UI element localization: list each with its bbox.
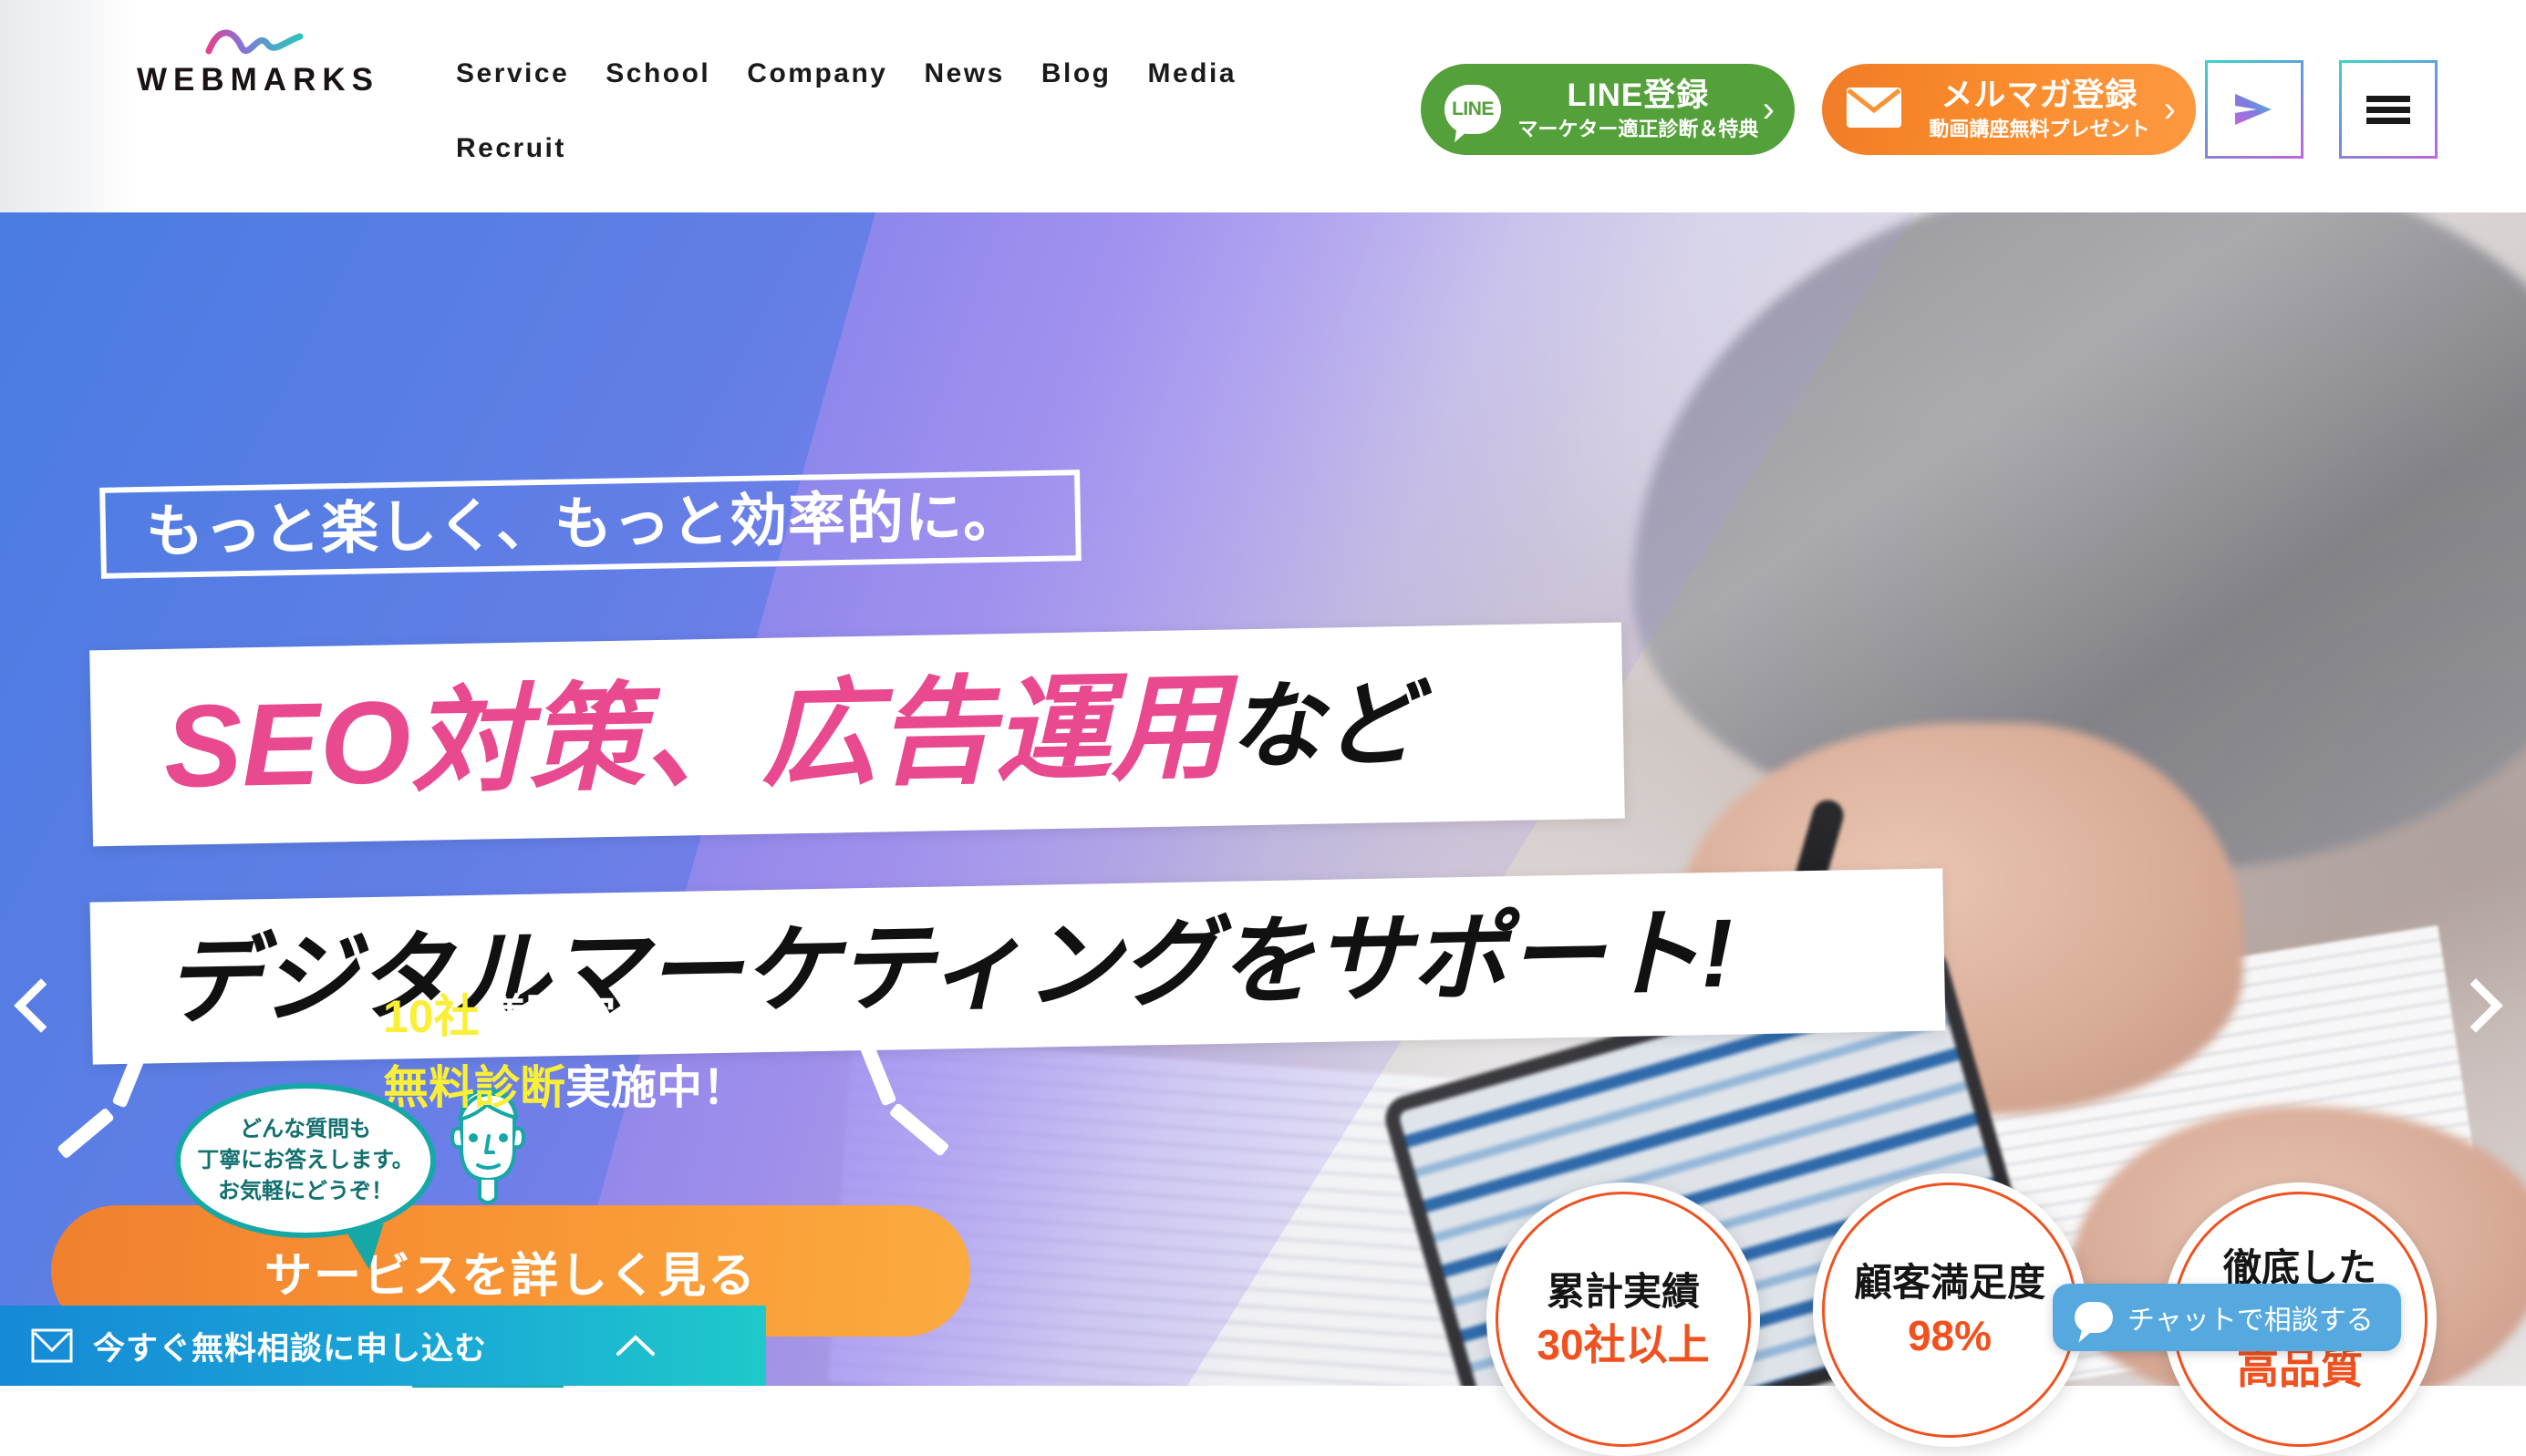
nav-item-recruit[interactable]: Recruit xyxy=(456,131,566,166)
nav-row-primary: Service School Company News Blog Media xyxy=(456,57,1368,91)
sparkle-decoration xyxy=(850,1019,897,1107)
chat-bubble-icon xyxy=(2075,1302,2113,1333)
promo-headline-line2: 無料診断実施中！ xyxy=(383,1065,748,1110)
nav-item-media[interactable]: Media xyxy=(1148,57,1237,91)
sparkle-decoration xyxy=(57,1107,115,1160)
site-header: WEBMARKS Service School Company News Blo… xyxy=(0,0,2526,212)
line-button-text: LINE登録 マーケター適正診断＆特典 xyxy=(1514,79,1763,139)
nav-item-blog[interactable]: Blog xyxy=(1041,57,1112,91)
newsletter-button-text: メルマガ登録 動画講座無料プレゼント xyxy=(1915,79,2164,139)
promo-headline-line1: 10社様限定 xyxy=(383,994,616,1039)
wave-logo-mark xyxy=(205,29,304,55)
line-register-button[interactable]: LINE LINE登録 マーケター適正診断＆特典 › xyxy=(1421,64,1795,155)
promo-limit-count: 10社 xyxy=(383,991,480,1042)
chat-widget-button[interactable]: チャットで相談する xyxy=(2053,1284,2401,1351)
chevron-right-icon xyxy=(2448,978,2503,1033)
hero-tagline-banner: もっと楽しく、もっと効率的に。 xyxy=(99,470,1082,579)
chat-widget-label: チャットで相談する xyxy=(2127,1306,2374,1336)
bubble-line-2: 丁寧にお答えします。 xyxy=(197,1147,414,1172)
header-left-edge-gradient xyxy=(0,0,137,212)
nav-item-company[interactable]: Company xyxy=(747,57,887,91)
free-consultation-label: 今すぐ無料相談に申し込む xyxy=(93,1330,488,1367)
free-consultation-bar[interactable]: 今すぐ無料相談に申し込む xyxy=(0,1306,766,1386)
hamburger-menu-button[interactable] xyxy=(2339,60,2438,159)
badge-satisfaction: 顧客満足度 98% xyxy=(1813,1173,2086,1447)
carousel-next-button[interactable] xyxy=(2444,955,2508,1056)
hamburger-menu-icon xyxy=(2366,91,2410,129)
badge-value: 98% xyxy=(1907,1312,1993,1360)
badge-total-clients: 累計実績 30社以上 xyxy=(1486,1182,1760,1456)
site-logo[interactable]: WEBMARKS xyxy=(137,26,374,96)
speech-bubble: どんな質問も 丁寧にお答えします。 お気軽にどうぞ！ xyxy=(175,1083,436,1238)
nav-item-news[interactable]: News xyxy=(924,57,1004,91)
nav-item-school[interactable]: School xyxy=(606,57,710,91)
newsletter-button-main-label: メルマガ登録 xyxy=(1941,77,2138,113)
promo-offer-status: 実施中！ xyxy=(565,1062,748,1113)
bubble-line-1: どんな質問も xyxy=(240,1116,371,1141)
badge-title: 累計実績 xyxy=(1546,1269,1700,1313)
line-icon-label: LINE xyxy=(1452,98,1494,119)
promo-limit-suffix: 様限定 xyxy=(479,991,616,1042)
send-contact-button[interactable] xyxy=(2205,60,2303,159)
badge-title: 顧客満足度 xyxy=(1853,1260,2045,1304)
line-button-main-label: LINE登録 xyxy=(1567,77,1710,113)
hero-headline-pink: SEO対策、広告運用 xyxy=(162,662,1229,812)
hero-tagline-text: もっと楽しく、もっと効率的に。 xyxy=(145,483,1022,564)
envelope-icon xyxy=(31,1328,73,1363)
sparkle-decoration xyxy=(888,1102,950,1157)
promo-offer-name: 無料診断 xyxy=(383,1062,565,1113)
newsletter-register-button[interactable]: メルマガ登録 動画講座無料プレゼント › xyxy=(1822,64,2196,155)
chevron-right-icon: › xyxy=(2163,89,2176,129)
paper-plane-icon xyxy=(2235,94,2272,125)
carousel-prev-button[interactable] xyxy=(9,955,73,1056)
nav-row-secondary: Recruit xyxy=(456,131,1368,166)
envelope-icon xyxy=(1846,87,1902,133)
chevron-up-icon[interactable] xyxy=(615,1333,657,1358)
badge-value: 30社以上 xyxy=(1537,1321,1710,1369)
line-icon: LINE xyxy=(1444,85,1501,134)
sparkle-decoration xyxy=(111,1021,159,1109)
nav-item-service[interactable]: Service xyxy=(456,57,569,91)
logo-text: WEBMARKS xyxy=(137,62,379,98)
main-navigation: Service School Company News Blog Media R… xyxy=(456,57,1368,166)
hero-headline-suffix: など xyxy=(1227,671,1419,781)
line-button-sub-label: マーケター適正診断＆特典 xyxy=(1517,118,1759,140)
chevron-left-icon xyxy=(14,978,68,1033)
hero-headline-banner-1: SEO対策、広告運用 など xyxy=(89,622,1625,847)
bubble-line-3: お気軽にどうぞ！ xyxy=(218,1179,393,1204)
newsletter-button-sub-label: 動画講座無料プレゼント xyxy=(1929,118,2150,140)
service-details-label: サービスを詳しく見る xyxy=(264,1249,757,1303)
chevron-right-icon: › xyxy=(1762,89,1775,129)
